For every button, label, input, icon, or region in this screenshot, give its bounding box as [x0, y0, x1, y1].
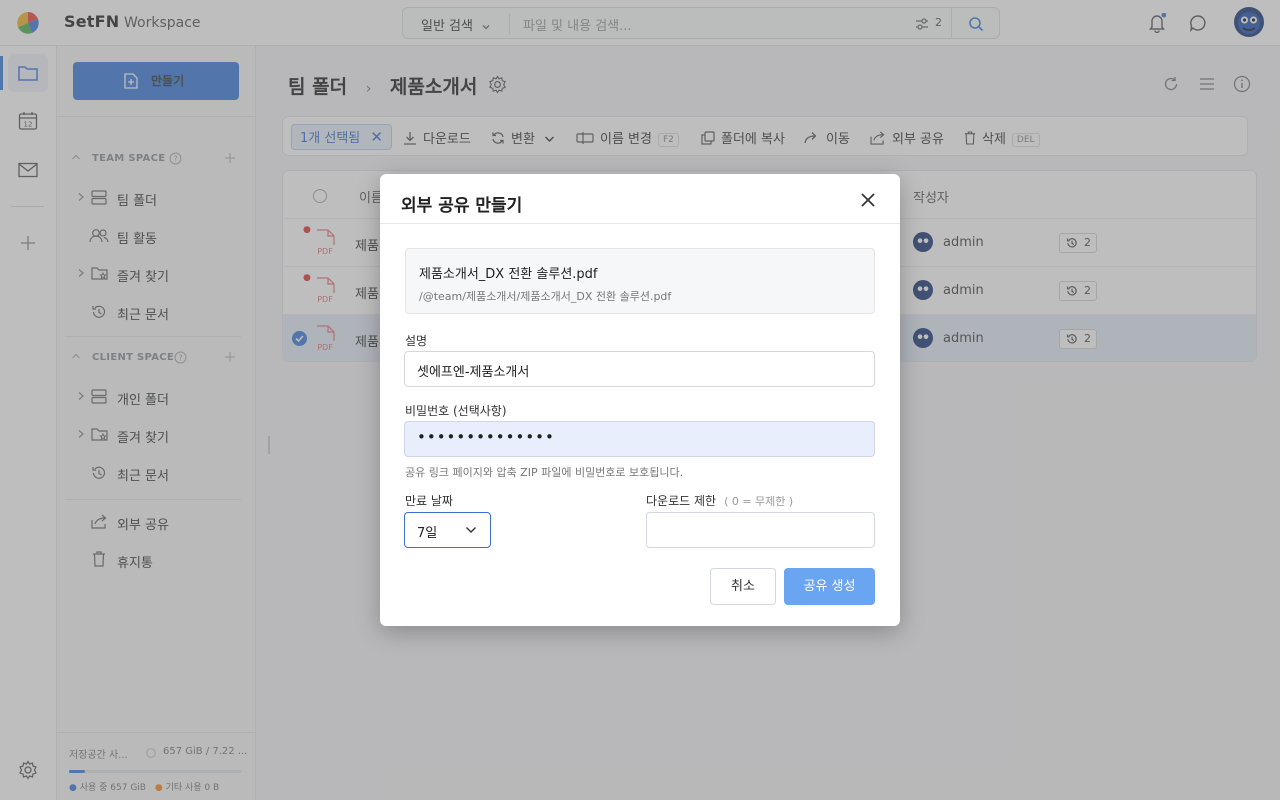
password-label: 비밀번호 (선택사항)	[405, 404, 507, 418]
shared-file-path: /@team/제품소개서/제품소개서_DX 전환 솔루션.pdf	[419, 290, 672, 303]
password-value: ••••••••••••••	[417, 428, 555, 446]
download-limit-label: 다운로드 제한 ( 0 = 무제한 )	[646, 492, 793, 509]
password-input[interactable]: ••••••••••••••	[404, 421, 875, 457]
download-limit-text: 다운로드 제한	[646, 494, 717, 508]
dialog-title: 외부 공유 만들기	[401, 196, 523, 216]
expire-select[interactable]: 7일	[404, 512, 491, 548]
shared-file-name: 제품소개서_DX 전환 솔루션.pdf	[419, 267, 598, 282]
dialog-divider	[380, 223, 900, 224]
chevron-down-icon	[465, 526, 477, 534]
shared-file-info: 제품소개서_DX 전환 솔루션.pdf /@team/제품소개서/제품소개서_D…	[405, 248, 875, 314]
password-help-text: 공유 링크 페이지와 압축 ZIP 파일에 비밀번호로 보호됩니다.	[405, 466, 684, 479]
external-share-dialog: 외부 공유 만들기 제품소개서_DX 전환 솔루션.pdf /@team/제품소…	[380, 174, 900, 626]
expire-value: 7일	[417, 526, 438, 541]
download-limit-input[interactable]	[646, 512, 875, 548]
create-share-button[interactable]: 공유 생성	[784, 568, 875, 605]
download-limit-hint: ( 0 = 무제한 )	[724, 495, 794, 508]
close-icon[interactable]	[856, 188, 880, 212]
description-label: 설명	[405, 334, 428, 348]
description-input[interactable]: 셋에프엔-제품소개서	[404, 351, 875, 387]
cancel-button[interactable]: 취소	[710, 568, 776, 605]
description-value: 셋에프엔-제품소개서	[417, 365, 530, 380]
expire-label: 만료 날짜	[405, 494, 453, 508]
